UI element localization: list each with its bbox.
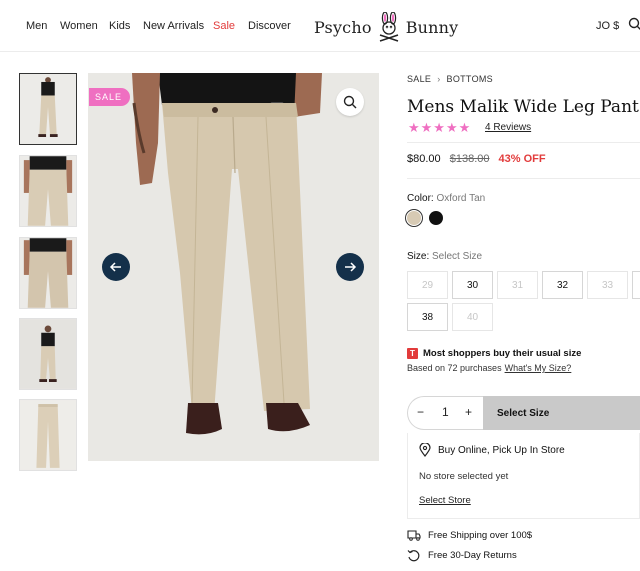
color-label: Color: Oxford Tan [407,193,485,204]
sale-badge: SALE [89,88,131,106]
thumbnail-1[interactable] [19,73,77,145]
nav-kids[interactable]: Kids [109,20,130,32]
arrow-left-icon [109,262,121,272]
thumbnail-4[interactable] [19,318,77,390]
thumbnail-image [20,156,76,226]
fit-note: Based on 72 purchases What's My Size? [407,363,571,373]
size-label: Size: Select Size [407,251,482,262]
location-pin-icon [419,443,431,457]
pickup-title: Buy Online, Pick Up In Store [438,445,565,456]
size-option-30[interactable]: 30 [452,271,493,299]
quantity-increase-button[interactable]: + [465,405,472,419]
brand-logo[interactable]: Psycho Bunny [314,12,458,42]
size-option-29[interactable]: 29 [407,271,448,299]
breadcrumb: SALE › BOTTOMS [407,74,493,84]
size-option-38[interactable]: 38 [407,303,448,331]
discount-label: 43% OFF [498,153,546,165]
thumbnail-image [20,74,76,144]
fit-badge-icon: T [407,348,418,359]
divider [407,142,640,143]
nav-discover[interactable]: Discover [248,20,291,32]
size-option-31[interactable]: 31 [497,271,538,299]
select-store-link[interactable]: Select Store [419,495,471,506]
arrow-right-icon [345,262,357,272]
quantity-value[interactable]: 1 [442,405,449,419]
next-image-button[interactable] [336,253,364,281]
account-currency[interactable]: JO $ [596,20,619,32]
breadcrumb-bottoms[interactable]: BOTTOMS [447,74,493,84]
fit-note-title: Most shoppers buy their usual size [423,348,582,359]
price-row: $80.00 $138.00 43% OFF [407,153,546,165]
nav-women[interactable]: Women [60,20,98,32]
previous-image-button[interactable] [102,253,130,281]
select-size-button[interactable]: Select Size [483,396,640,430]
size-option-32[interactable]: 32 [542,271,583,299]
thumbnail-3[interactable] [19,237,77,309]
zoom-search-icon [343,95,357,109]
return-icon [407,550,420,562]
whats-my-size-link[interactable]: What's My Size? [505,363,572,373]
size-option-33[interactable]: 33 [587,271,628,299]
thumbnail-image [20,319,76,389]
site-header: Men Women Kids New Arrivals Sale Discove… [0,0,640,52]
free-returns-text: Free 30-Day Returns [428,550,517,561]
swatch-black[interactable] [429,211,443,225]
thumbnail-image [20,238,76,308]
size-option-40[interactable]: 40 [452,303,493,331]
sale-price: $80.00 [407,153,441,165]
rating-stars: ★★★★★ [408,120,472,135]
bunny-logo-icon [379,12,398,42]
original-price: $138.00 [449,153,490,165]
logo-text-right: Bunny [405,17,459,37]
reviews-link[interactable]: 4 Reviews [485,122,531,133]
breadcrumb-sale[interactable]: SALE [407,74,431,84]
quantity-decrease-button[interactable]: − [417,405,424,419]
free-shipping-text: Free Shipping over 100$ [428,530,533,541]
nav-new-arrivals[interactable]: New Arrivals [143,20,204,32]
nav-men[interactable]: Men [26,20,47,32]
product-title: Mens Malik Wide Leg Pant 30 [407,97,640,117]
color-value: Oxford Tan [436,193,486,204]
breadcrumb-chevron-icon: › [437,74,441,84]
color-key: Color: [407,193,434,204]
swatch-oxford-tan[interactable] [407,211,421,225]
size-key: Size: [407,251,430,262]
size-value: Select Size [432,251,483,262]
thumbnail-2[interactable] [19,155,77,227]
logo-text-left: Psycho [314,17,372,37]
search-icon[interactable] [628,17,640,31]
size-option-partial[interactable] [632,271,640,299]
nav-sale[interactable]: Sale [213,20,235,32]
zoom-button[interactable] [336,88,364,116]
thumbnail-image [20,400,76,470]
truck-icon [407,530,421,541]
divider [407,178,640,179]
pickup-status: No store selected yet [419,471,509,482]
fit-note-text: Based on 72 purchases [407,363,502,373]
thumbnail-5[interactable] [19,399,77,471]
